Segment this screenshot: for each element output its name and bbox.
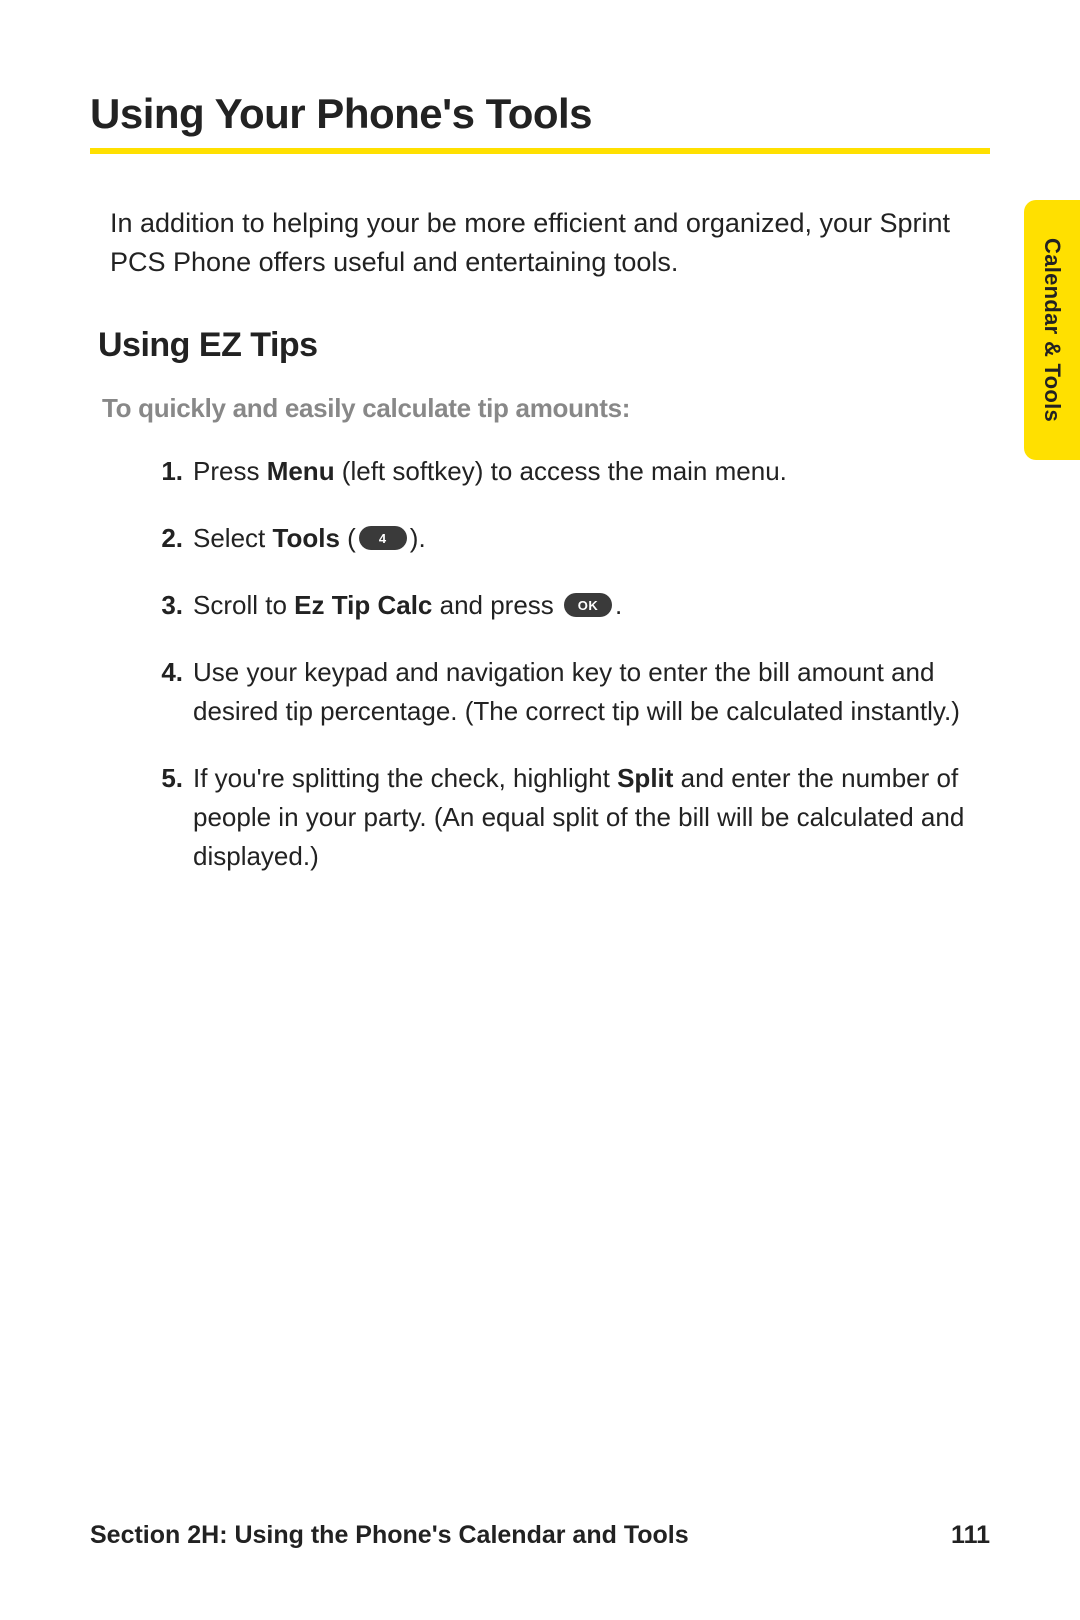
step-bold: Ez Tip Calc bbox=[294, 590, 432, 620]
step-text: If you're splitting the check, highlight bbox=[193, 763, 617, 793]
step-number: 4. bbox=[135, 653, 183, 692]
section-tab: Calendar & Tools bbox=[1024, 200, 1080, 460]
footer-section-label: Section 2H: Using the Phone's Calendar a… bbox=[90, 1521, 689, 1550]
page-footer: Section 2H: Using the Phone's Calendar a… bbox=[90, 1521, 990, 1550]
step-text: Use your keypad and navigation key to en… bbox=[193, 657, 960, 726]
key-ok-icon: OK bbox=[564, 593, 612, 617]
step-text: Scroll to bbox=[193, 590, 294, 620]
step-text: and press bbox=[432, 590, 561, 620]
step-number: 5. bbox=[135, 759, 183, 798]
step-4: 4. Use your keypad and navigation key to… bbox=[135, 653, 990, 731]
step-number: 3. bbox=[135, 586, 183, 625]
step-bold: Tools bbox=[273, 523, 340, 553]
step-5: 5. If you're splitting the check, highli… bbox=[135, 759, 990, 876]
page-title: Using Your Phone's Tools bbox=[90, 90, 990, 154]
step-number: 2. bbox=[135, 519, 183, 558]
manual-page: Using Your Phone's Tools In addition to … bbox=[0, 0, 1080, 1620]
step-text: Select bbox=[193, 523, 273, 553]
step-number: 1. bbox=[135, 452, 183, 491]
steps-list: 1. Press Menu (left softkey) to access t… bbox=[135, 452, 990, 876]
step-3: 3. Scroll to Ez Tip Calc and press OK. bbox=[135, 586, 990, 625]
step-text: ( bbox=[340, 523, 356, 553]
key-4-icon: 4 bbox=[359, 526, 407, 550]
step-text: ). bbox=[410, 523, 426, 553]
step-text: (left softkey) to access the main menu. bbox=[335, 456, 787, 486]
step-text: Press bbox=[193, 456, 267, 486]
step-text: . bbox=[615, 590, 622, 620]
section-heading: Using EZ Tips bbox=[98, 326, 990, 365]
section-tab-label: Calendar & Tools bbox=[1039, 238, 1065, 422]
lead-line: To quickly and easily calculate tip amou… bbox=[102, 393, 990, 424]
step-2: 2. Select Tools (4). bbox=[135, 519, 990, 558]
step-bold: Split bbox=[617, 763, 673, 793]
intro-paragraph: In addition to helping your be more effi… bbox=[110, 204, 990, 282]
footer-page-number: 111 bbox=[951, 1521, 990, 1550]
step-bold: Menu bbox=[267, 456, 335, 486]
step-1: 1. Press Menu (left softkey) to access t… bbox=[135, 452, 990, 491]
